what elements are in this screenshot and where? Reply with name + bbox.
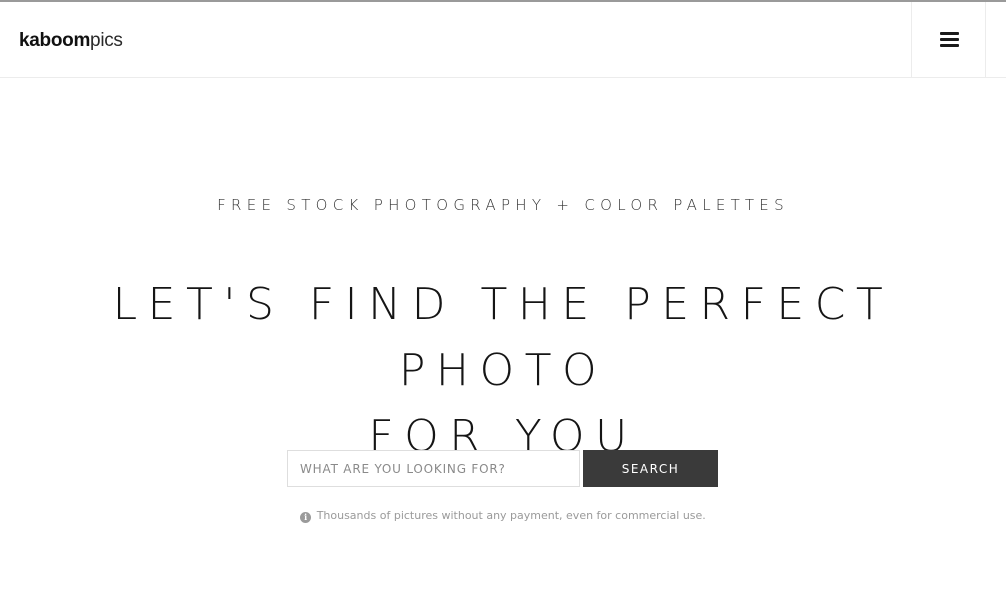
search-form: SEARCH — [287, 450, 718, 487]
menu-toggle-cell — [911, 2, 986, 78]
info-icon: i — [300, 512, 312, 523]
headline-line-1: LET'S FIND THE PERFECT PHOTO — [112, 279, 894, 396]
search-button[interactable]: SEARCH — [583, 450, 718, 487]
logo-bold-part: kaboom — [19, 30, 91, 51]
hamburger-line — [940, 38, 959, 41]
hero-tagline: FREE STOCK PHOTOGRAPHY + COLOR PALETTES — [217, 196, 789, 214]
hero-headline: LET'S FIND THE PERFECT PHOTO FOR YOU — [40, 272, 966, 470]
search-input[interactable] — [287, 450, 580, 487]
hamburger-line — [940, 32, 959, 35]
hamburger-line — [940, 44, 959, 47]
info-note-text: Thousands of pictures without any paymen… — [316, 509, 706, 522]
site-header: kaboompics — [0, 2, 1006, 78]
site-logo[interactable]: kaboompics — [19, 30, 123, 52]
logo-light-part: pics — [90, 30, 123, 51]
hamburger-menu-icon[interactable] — [940, 32, 959, 48]
info-note: i Thousands of pictures without any paym… — [0, 509, 1006, 523]
